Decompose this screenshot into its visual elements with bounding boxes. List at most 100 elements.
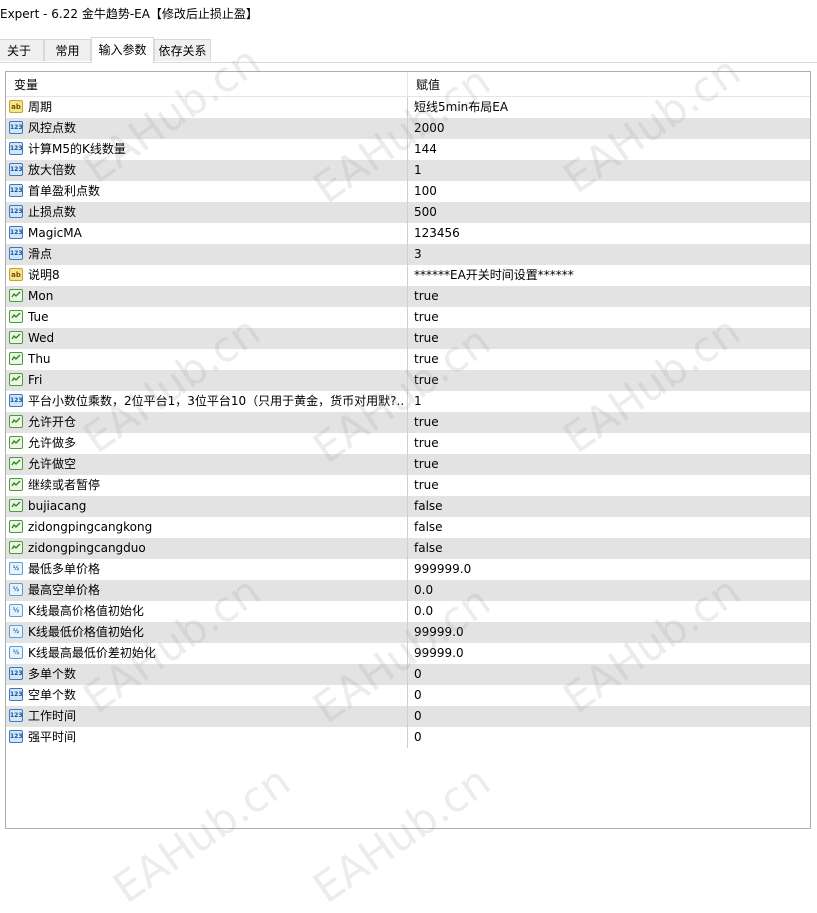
table-row[interactable]: Mon true bbox=[6, 286, 810, 307]
variable-name: 风控点数 bbox=[28, 121, 77, 135]
value-cell[interactable]: 0 bbox=[408, 727, 810, 748]
tab-about[interactable]: 关于 bbox=[0, 39, 44, 61]
value-cell[interactable]: true bbox=[408, 307, 810, 328]
variable-cell: 123 放大倍数 bbox=[6, 160, 408, 181]
value-cell[interactable]: true bbox=[408, 454, 810, 475]
tab-inputs[interactable]: 输入参数 bbox=[91, 37, 154, 63]
value-cell[interactable]: false bbox=[408, 496, 810, 517]
boolean-type-icon bbox=[9, 373, 23, 386]
table-row[interactable]: bujiacang false bbox=[6, 496, 810, 517]
variable-name: Mon bbox=[28, 289, 54, 303]
variable-value: 99999.0 bbox=[414, 625, 464, 639]
table-header: 变量 赋值 bbox=[6, 72, 810, 97]
table-row[interactable]: 123 放大倍数 1 bbox=[6, 160, 810, 181]
table-row[interactable]: ab 说明8 ******EA开关时间设置****** bbox=[6, 265, 810, 286]
table-body: ab 周期 短线5min布局EA 123 风控点数 2000 123 计算M5的K线数量 144… bbox=[6, 97, 810, 748]
variable-name: K线最低价格值初始化 bbox=[28, 625, 144, 639]
variable-value: 2000 bbox=[414, 121, 445, 135]
table-row[interactable]: Tue true bbox=[6, 307, 810, 328]
table-row[interactable]: zidongpingcangduo false bbox=[6, 538, 810, 559]
value-cell[interactable]: 3 bbox=[408, 244, 810, 265]
variable-name: K线最高最低价差初始化 bbox=[28, 646, 156, 660]
variable-cell: 123 强平时间 bbox=[6, 727, 408, 748]
variable-value: true bbox=[414, 415, 439, 429]
value-cell[interactable]: 1 bbox=[408, 391, 810, 412]
variable-cell: 允许做多 bbox=[6, 433, 408, 454]
integer-type-icon: 123 bbox=[9, 394, 23, 407]
table-row[interactable]: Wed true bbox=[6, 328, 810, 349]
variable-cell: 123 平台小数位乘数，2位平台1，3位平台10（只用于黄金，货币对用默?.. bbox=[6, 391, 408, 412]
value-cell[interactable]: 123456 bbox=[408, 223, 810, 244]
table-row[interactable]: ½ K线最低价格值初始化 99999.0 bbox=[6, 622, 810, 643]
boolean-type-icon bbox=[9, 310, 23, 323]
variable-cell: 123 MagicMA bbox=[6, 223, 408, 244]
value-cell[interactable]: true bbox=[408, 286, 810, 307]
variable-cell: ½ 最低多单价格 bbox=[6, 559, 408, 580]
table-row[interactable]: 继续或者暂停 true bbox=[6, 475, 810, 496]
variable-cell: 123 多单个数 bbox=[6, 664, 408, 685]
table-row[interactable]: ½ K线最高价格值初始化 0.0 bbox=[6, 601, 810, 622]
table-row[interactable]: 123 多单个数 0 bbox=[6, 664, 810, 685]
tab-dependencies[interactable]: 依存关系 bbox=[154, 39, 211, 61]
value-cell[interactable]: 999999.0 bbox=[408, 559, 810, 580]
value-cell[interactable]: 2000 bbox=[408, 118, 810, 139]
integer-type-icon: 123 bbox=[9, 121, 23, 134]
boolean-type-icon bbox=[9, 352, 23, 365]
value-cell[interactable]: 500 bbox=[408, 202, 810, 223]
variable-cell: 继续或者暂停 bbox=[6, 475, 408, 496]
table-row[interactable]: 123 滑点 3 bbox=[6, 244, 810, 265]
value-cell[interactable]: 99999.0 bbox=[408, 622, 810, 643]
variable-cell: zidongpingcangduo bbox=[6, 538, 408, 559]
table-row[interactable]: ½ K线最高最低价差初始化 99999.0 bbox=[6, 643, 810, 664]
table-row[interactable]: Fri true bbox=[6, 370, 810, 391]
variable-name: bujiacang bbox=[28, 499, 87, 513]
value-cell[interactable]: 0 bbox=[408, 685, 810, 706]
variable-value: true bbox=[414, 478, 439, 492]
table-row[interactable]: 123 强平时间 0 bbox=[6, 727, 810, 748]
variable-cell: 123 风控点数 bbox=[6, 118, 408, 139]
value-cell[interactable]: true bbox=[408, 349, 810, 370]
variable-name: 平台小数位乘数，2位平台1，3位平台10（只用于黄金，货币对用默?.. bbox=[28, 394, 405, 408]
value-cell[interactable]: 0 bbox=[408, 664, 810, 685]
variable-value: true bbox=[414, 352, 439, 366]
table-row[interactable]: 123 止损点数 500 bbox=[6, 202, 810, 223]
table-row[interactable]: 123 空单个数 0 bbox=[6, 685, 810, 706]
table-row[interactable]: 123 工作时间 0 bbox=[6, 706, 810, 727]
variable-name: Tue bbox=[28, 310, 49, 324]
table-row[interactable]: 123 首单盈利点数 100 bbox=[6, 181, 810, 202]
table-row[interactable]: 123 风控点数 2000 bbox=[6, 118, 810, 139]
value-cell[interactable]: true bbox=[408, 412, 810, 433]
value-cell[interactable]: true bbox=[408, 433, 810, 454]
value-cell[interactable]: false bbox=[408, 538, 810, 559]
table-row[interactable]: ½ 最低多单价格 999999.0 bbox=[6, 559, 810, 580]
table-row[interactable]: 123 计算M5的K线数量 144 bbox=[6, 139, 810, 160]
value-cell[interactable]: 100 bbox=[408, 181, 810, 202]
table-row[interactable]: zidongpingcangkong false bbox=[6, 517, 810, 538]
value-cell[interactable]: 0.0 bbox=[408, 601, 810, 622]
table-row[interactable]: 允许做多 true bbox=[6, 433, 810, 454]
value-cell[interactable]: false bbox=[408, 517, 810, 538]
column-header-variable[interactable]: 变量 bbox=[6, 72, 408, 96]
variable-value: 0.0 bbox=[414, 583, 434, 597]
value-cell[interactable]: ******EA开关时间设置****** bbox=[408, 265, 810, 286]
value-cell[interactable]: true bbox=[408, 475, 810, 496]
value-cell[interactable]: 0 bbox=[408, 706, 810, 727]
table-row[interactable]: ab 周期 短线5min布局EA bbox=[6, 97, 810, 118]
table-row[interactable]: ½ 最高空单价格 0.0 bbox=[6, 580, 810, 601]
table-row[interactable]: 允许开仓 true bbox=[6, 412, 810, 433]
variable-value: 123456 bbox=[414, 226, 460, 240]
value-cell[interactable]: 144 bbox=[408, 139, 810, 160]
value-cell[interactable]: 0.0 bbox=[408, 580, 810, 601]
value-cell[interactable]: 1 bbox=[408, 160, 810, 181]
value-cell[interactable]: true bbox=[408, 370, 810, 391]
column-header-value[interactable]: 赋值 bbox=[408, 72, 810, 96]
table-row[interactable]: Thu true bbox=[6, 349, 810, 370]
table-row[interactable]: 123 MagicMA 123456 bbox=[6, 223, 810, 244]
value-cell[interactable]: 短线5min布局EA bbox=[408, 97, 810, 118]
value-cell[interactable]: 99999.0 bbox=[408, 643, 810, 664]
table-row[interactable]: 允许做空 true bbox=[6, 454, 810, 475]
variable-value: 0 bbox=[414, 709, 422, 723]
table-row[interactable]: 123 平台小数位乘数，2位平台1，3位平台10（只用于黄金，货币对用默?.. 1 bbox=[6, 391, 810, 412]
value-cell[interactable]: true bbox=[408, 328, 810, 349]
tab-common[interactable]: 常用 bbox=[44, 39, 91, 61]
